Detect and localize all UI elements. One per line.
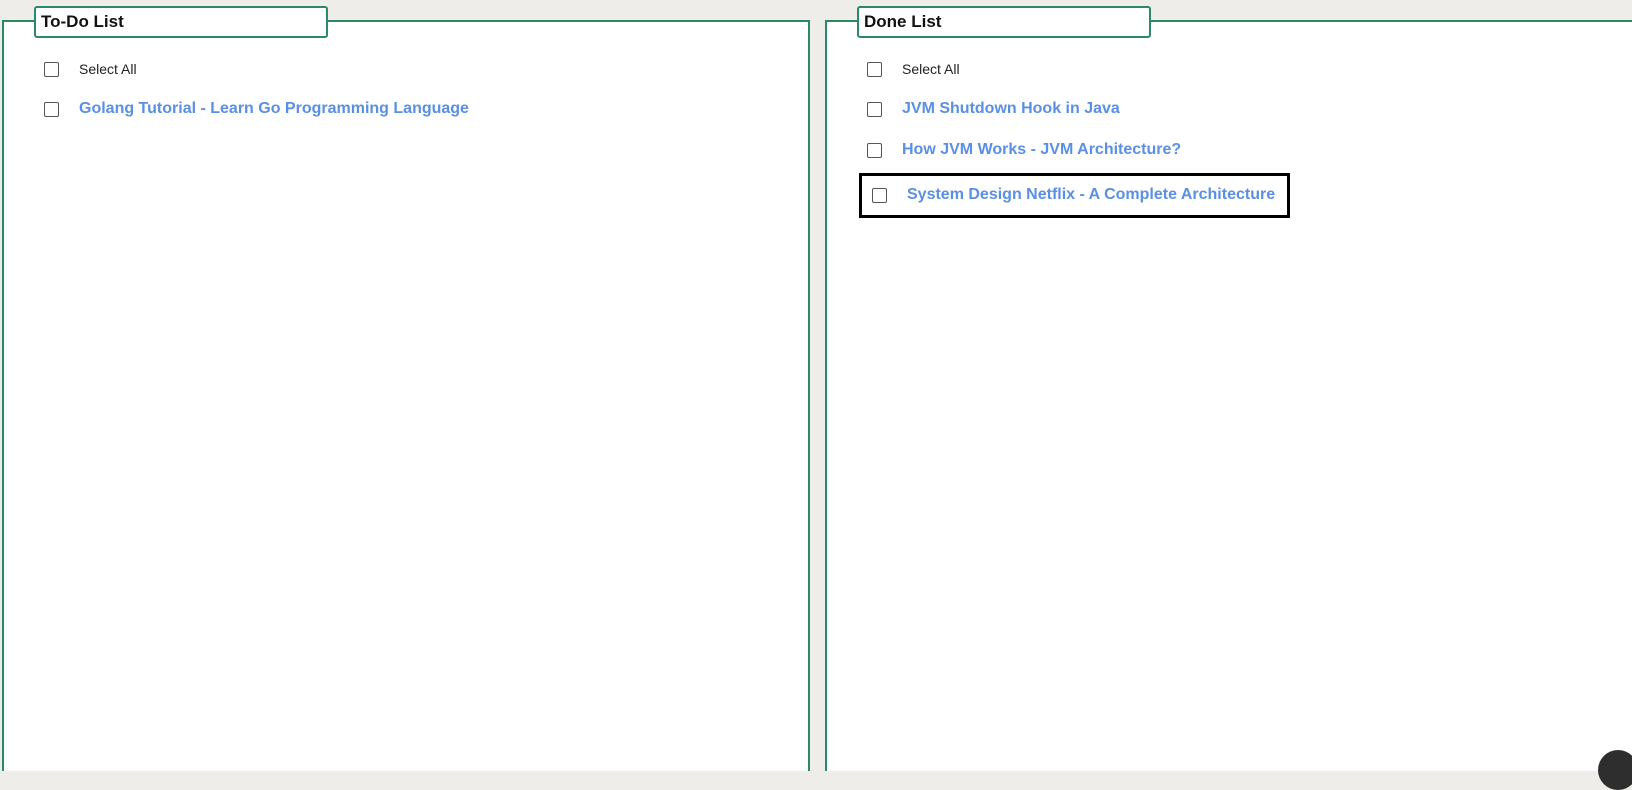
done-list-item[interactable]: How JVM Works - JVM Architecture? (867, 141, 1181, 159)
todo-item-link[interactable]: Golang Tutorial - Learn Go Programming L… (79, 100, 469, 118)
done-item-checkbox[interactable] (872, 187, 887, 203)
todo-select-all-label[interactable]: Select All (79, 61, 137, 77)
todo-list-item[interactable]: Golang Tutorial - Learn Go Programming L… (44, 100, 469, 118)
done-select-all-row[interactable]: Select All (867, 61, 960, 77)
done-list-item[interactable]: JVM Shutdown Hook in Java (867, 100, 1120, 118)
done-item-checkbox[interactable] (867, 142, 882, 158)
todo-list-panel: To-Do List Select All Golang Tutorial - … (2, 6, 810, 771)
done-list-panel: Done List Select All JVM Shutdown Hook i… (825, 6, 1632, 771)
done-item-link[interactable]: JVM Shutdown Hook in Java (902, 100, 1120, 118)
todo-select-all-checkbox[interactable] (44, 61, 59, 77)
done-list-title: Done List (857, 6, 1151, 38)
done-item-link[interactable]: How JVM Works - JVM Architecture? (902, 141, 1181, 159)
done-select-all-checkbox[interactable] (867, 61, 882, 77)
done-item-checkbox[interactable] (867, 101, 882, 117)
todo-item-checkbox[interactable] (44, 101, 59, 117)
todo-select-all-row[interactable]: Select All (44, 61, 137, 77)
floating-action-button[interactable] (1598, 750, 1632, 790)
done-select-all-label[interactable]: Select All (902, 61, 960, 77)
done-item-link[interactable]: System Design Netflix - A Complete Archi… (907, 186, 1275, 204)
todo-list-title: To-Do List (34, 6, 328, 38)
done-list-item-highlighted[interactable]: System Design Netflix - A Complete Archi… (859, 173, 1291, 218)
